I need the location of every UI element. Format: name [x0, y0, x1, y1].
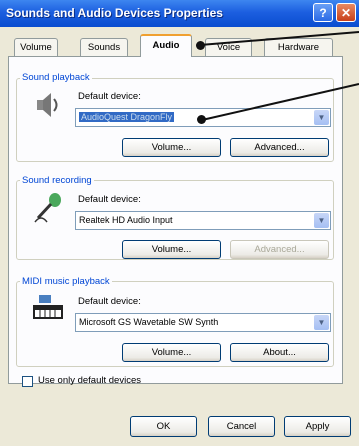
callout-dot-device — [197, 115, 206, 124]
callout-dot-audio-tab — [196, 41, 205, 50]
callout-lines — [199, 31, 359, 121]
callout-line-device — [201, 83, 359, 121]
callout-line-audio-tab — [199, 31, 359, 46]
tab-audio[interactable]: Audio — [140, 34, 192, 57]
